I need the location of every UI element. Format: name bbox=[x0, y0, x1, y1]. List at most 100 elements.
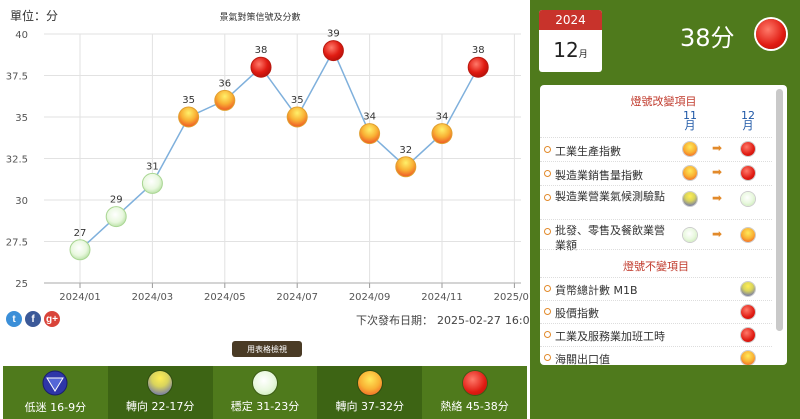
legend-label-low: 低迷 16-9分 bbox=[24, 401, 87, 414]
arrow-right-icon: ➡ bbox=[712, 191, 723, 205]
unchanged-row[interactable]: 工業及服務業加班工時 bbox=[540, 323, 772, 346]
data-point-red-lamp bbox=[322, 40, 344, 62]
unchanged-section-title: 燈號不變項目 bbox=[540, 249, 772, 274]
x-tick-label: 2024/07 bbox=[276, 292, 318, 303]
data-point-label: 31 bbox=[146, 161, 159, 172]
data-point-yellow-red-lamp bbox=[359, 123, 381, 145]
yellow-red-lamp-icon bbox=[357, 371, 382, 395]
monthly-signal-panel: 2024 12月 38分 燈號改變項目 11 月 12 月 工業生產指數 ➡ 製造業… bbox=[530, 0, 800, 419]
bullet-icon bbox=[544, 285, 551, 292]
data-point-label: 36 bbox=[218, 78, 231, 89]
yellow-red-lamp-icon bbox=[683, 142, 697, 156]
arrow-right-icon: ➡ bbox=[712, 141, 723, 155]
arrow-right-icon: ➡ bbox=[712, 227, 723, 241]
bullet-icon bbox=[544, 331, 551, 338]
data-point-yellow-red-lamp bbox=[178, 106, 200, 128]
y-tick-label: 40 bbox=[15, 30, 28, 41]
y-tick-label: 30 bbox=[15, 196, 28, 207]
red-lamp-icon bbox=[741, 142, 755, 156]
red-lamp-icon bbox=[462, 371, 487, 395]
data-point-yellow-red-lamp bbox=[214, 89, 236, 111]
green-lamp-icon bbox=[683, 228, 697, 242]
score-line-chart: 27 29 31 35 36 38 35 39 34 32 34 38 25 27.5 30 32.5 35 3… bbox=[6, 29, 530, 303]
yellow-red-lamp-icon bbox=[683, 166, 697, 180]
arrow-right-icon: ➡ bbox=[712, 165, 723, 179]
red-lamp-icon bbox=[741, 166, 755, 180]
indicator-name: 工業生產指數 bbox=[555, 145, 621, 158]
calendar-month-number: 12 bbox=[553, 38, 579, 62]
data-point-label: 27 bbox=[74, 228, 87, 239]
next-release-date-value: 2025-02-27 bbox=[437, 314, 501, 327]
chart-title: 景氣對策信號及分數 bbox=[219, 13, 301, 23]
bullet-icon bbox=[544, 228, 551, 235]
bullet-icon bbox=[544, 170, 551, 177]
data-point-label: 32 bbox=[399, 145, 412, 156]
yellow-blue-lamp-icon bbox=[741, 282, 755, 296]
red-lamp-icon bbox=[741, 328, 755, 342]
indicator-name: 海關出口值 bbox=[555, 353, 610, 365]
legend-label-boom: 熱絡 45-38分 bbox=[440, 400, 509, 413]
y-tick-label: 35 bbox=[15, 113, 28, 124]
indicator-name: 貨幣總計數 M1B bbox=[555, 284, 638, 297]
twitter-icon[interactable]: t bbox=[6, 311, 22, 327]
x-tick-label: 2024/01 bbox=[59, 292, 101, 303]
data-point-label: 34 bbox=[436, 112, 449, 123]
data-point-yellow-red-lamp bbox=[431, 123, 453, 145]
changed-section-title: 燈號改變項目 bbox=[630, 95, 697, 108]
y-tick-label: 37.5 bbox=[6, 72, 28, 83]
data-point-red-lamp bbox=[250, 56, 272, 78]
data-point-red-lamp bbox=[467, 56, 489, 78]
unchanged-row[interactable]: 股價指數 bbox=[540, 300, 772, 323]
calendar-month: 12月 bbox=[539, 30, 602, 72]
green-lamp-icon bbox=[741, 192, 755, 206]
legend-label-turn-down: 轉向 22-17分 bbox=[125, 400, 195, 413]
indicator-name: 製造業營業氣候測驗點 bbox=[555, 190, 665, 203]
legend-item-boom: 熱絡 45-38分 bbox=[422, 366, 527, 419]
data-point-green-lamp bbox=[141, 172, 163, 194]
data-point-green-lamp bbox=[105, 206, 127, 228]
bullet-icon bbox=[544, 194, 551, 201]
y-tick-label: 27.5 bbox=[6, 238, 28, 249]
table-view-button[interactable]: 用表格檢視 bbox=[232, 341, 302, 357]
x-tick-label: 2024/03 bbox=[132, 292, 174, 303]
changed-row[interactable]: 工業生產指數 ➡ bbox=[540, 137, 772, 161]
x-tick-label: 2025/01 bbox=[494, 292, 530, 303]
blue-down-triangle-icon bbox=[42, 370, 68, 396]
indicator-name: 股價指數 bbox=[555, 307, 599, 320]
unchanged-row[interactable]: 海關出口值 bbox=[540, 346, 772, 365]
curr-month-header: 12 月 bbox=[738, 110, 758, 132]
data-point-label: 38 bbox=[255, 45, 268, 56]
calendar-year: 2024 bbox=[539, 10, 602, 30]
changed-row[interactable]: 製造業銷售量指數 ➡ bbox=[540, 161, 772, 185]
current-signal-red-lamp-icon bbox=[756, 19, 786, 49]
data-point-label: 39 bbox=[327, 29, 340, 40]
signal-legend-bar: 低迷 16-9分 轉向 22-17分 穩定 31-23分 轉向 37-32分 熱… bbox=[0, 363, 530, 419]
next-release-label: 下次發布日期： bbox=[356, 314, 433, 327]
changed-row[interactable]: 製造業營業氣候測驗點 ➡ bbox=[540, 185, 772, 219]
data-point-label: 38 bbox=[472, 45, 485, 56]
legend-label-stable: 穩定 31-23分 bbox=[230, 400, 300, 413]
red-lamp-icon bbox=[741, 305, 755, 319]
unit-label: 單位：分 bbox=[10, 9, 59, 23]
yellow-blue-lamp-icon bbox=[148, 371, 173, 395]
curr-month-suffix: 月 bbox=[742, 119, 754, 132]
social-share-bar: t f g+ bbox=[6, 311, 60, 327]
data-point-label: 35 bbox=[182, 95, 195, 106]
data-point-label: 34 bbox=[363, 112, 376, 123]
current-score: 38分 bbox=[680, 24, 735, 52]
y-tick-label: 25 bbox=[15, 279, 28, 290]
data-point-yellow-red-lamp bbox=[286, 106, 308, 128]
facebook-icon[interactable]: f bbox=[25, 311, 41, 327]
next-release-date: 下次發布日期： 2025-02-27 16:00 bbox=[356, 312, 537, 328]
legend-item-stable: 穩定 31-23分 bbox=[212, 366, 318, 419]
bullet-icon bbox=[544, 308, 551, 315]
google-plus-icon[interactable]: g+ bbox=[44, 311, 60, 327]
data-point-yellow-red-lamp bbox=[395, 156, 417, 178]
list-scrollbar[interactable] bbox=[776, 89, 783, 331]
x-tick-label: 2024/09 bbox=[349, 292, 391, 303]
unchanged-row[interactable]: 貨幣總計數 M1B bbox=[540, 277, 772, 300]
x-tick-label: 2024/11 bbox=[421, 292, 463, 303]
indicator-name: 工業及服務業加班工時 bbox=[555, 330, 665, 343]
data-point-label: 35 bbox=[291, 95, 304, 106]
legend-item-turn-down: 轉向 22-17分 bbox=[107, 366, 213, 419]
